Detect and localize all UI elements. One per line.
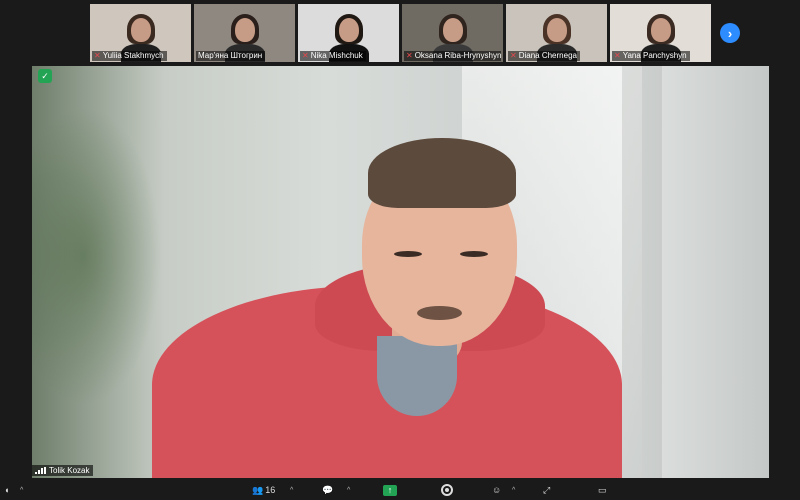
chat-button[interactable]: 💬: [322, 482, 333, 498]
participant-face: [650, 18, 671, 42]
chevron-right-icon: ›: [727, 25, 733, 41]
encryption-glyph: ✓: [41, 70, 49, 81]
participant-name: Мар'яна Штогрин: [198, 51, 263, 60]
speaker-hair: [368, 138, 516, 208]
participant-tile[interactable]: ✕ Yuliia Stakhmych: [90, 4, 191, 62]
speaker-eye: [394, 251, 422, 257]
shield-check-icon[interactable]: ✓: [38, 69, 52, 83]
record-button[interactable]: [441, 482, 453, 498]
participant-name-label: ✕ Nika Mishchuk: [300, 51, 366, 61]
participant-face: [234, 18, 255, 42]
participant-name: Nika Mishchuk: [310, 51, 363, 60]
reactions-icon: ☺: [492, 485, 502, 495]
mic-muted-icon: ✕: [302, 51, 309, 60]
speaker-mustache: [417, 306, 462, 320]
background-window-frame: [622, 66, 662, 478]
participant-face: [130, 18, 151, 42]
reactions-options-caret[interactable]: ^: [512, 482, 515, 498]
meeting-toolbar: ◖ ^ 👥 16 ^ 💬 ^ ↑ ☺ ^ ⤢ ▭: [0, 480, 800, 500]
participants-count: 16: [265, 485, 276, 495]
mic-muted-icon: ✕: [406, 51, 413, 60]
participant-tile[interactable]: ✕ Nika Mishchuk: [298, 4, 399, 62]
speaker-shirt: [377, 336, 457, 416]
mic-muted-icon: ✕: [510, 51, 517, 60]
share-screen-button[interactable]: ↑: [383, 482, 397, 498]
caret-up-icon: ^: [20, 486, 24, 494]
view-button[interactable]: ▭: [598, 482, 607, 498]
participants-button[interactable]: 👥 16: [252, 482, 275, 498]
speaker-eye: [460, 251, 488, 257]
apps-button[interactable]: ⤢: [543, 482, 550, 498]
participant-name: Yuliia Stakhmych: [102, 51, 164, 60]
view-icon: ▭: [598, 484, 607, 495]
participant-tile[interactable]: ✕ Yana Panchyshyn: [610, 4, 711, 62]
caret-up-icon: ^: [347, 486, 351, 494]
reactions-button[interactable]: ☺: [492, 482, 501, 498]
caret-up-icon: ^: [290, 486, 294, 494]
share-screen-icon: ↑: [383, 484, 397, 496]
speaker-name: Tolik Kozak: [49, 466, 90, 475]
participant-tile[interactable]: ✕ Diana Chernega: [506, 4, 607, 62]
mic-muted-icon: ✕: [614, 51, 621, 60]
participant-name-label: Мар'яна Штогрин: [196, 51, 266, 61]
mic-muted-icon: ✕: [94, 51, 101, 60]
caret-up-icon: ^: [512, 486, 516, 494]
participant-name-label: ✕ Diana Chernega: [508, 51, 580, 61]
participant-face: [338, 18, 359, 42]
zoom-meeting-window: ✕ Yuliia Stakhmych Мар'яна Штогрин ✕ Nika …: [0, 0, 800, 500]
apps-icon: ⤢: [543, 484, 551, 495]
participant-tile[interactable]: ✕ Oksana Riba-Hrynyshyn: [402, 4, 503, 62]
participant-name-label: ✕ Yana Panchyshyn: [612, 51, 690, 61]
record-icon: [441, 484, 453, 496]
chat-icon: 💬: [322, 484, 334, 495]
participant-name: Oksana Riba-Hrynyshyn: [414, 51, 501, 60]
participants-icon: 👥: [252, 484, 264, 495]
chat-options-caret[interactable]: ^: [347, 482, 350, 498]
participant-name: Diana Chernega: [518, 51, 577, 60]
participant-tile[interactable]: Мар'яна Штогрин: [194, 4, 295, 62]
participants-options-caret[interactable]: ^: [290, 482, 293, 498]
signal-bars-icon: [35, 467, 46, 474]
participant-face: [546, 18, 567, 42]
microphone-icon: ◖: [4, 485, 10, 495]
active-speaker-video[interactable]: [32, 66, 769, 478]
gallery-next-button[interactable]: ›: [720, 23, 740, 43]
mute-button[interactable]: ◖: [4, 482, 9, 498]
participant-name-label: ✕ Yuliia Stakhmych: [92, 51, 167, 61]
participant-name: Yana Panchyshyn: [622, 51, 687, 60]
speaker-name-label: Tolik Kozak: [32, 465, 94, 476]
background-plant: [32, 106, 162, 406]
audio-options-caret[interactable]: ^: [20, 482, 23, 498]
participant-name-label: ✕ Oksana Riba-Hrynyshyn: [404, 51, 501, 61]
participant-face: [442, 18, 463, 42]
gallery-strip: ✕ Yuliia Stakhmych Мар'яна Штогрин ✕ Nika …: [90, 4, 711, 62]
